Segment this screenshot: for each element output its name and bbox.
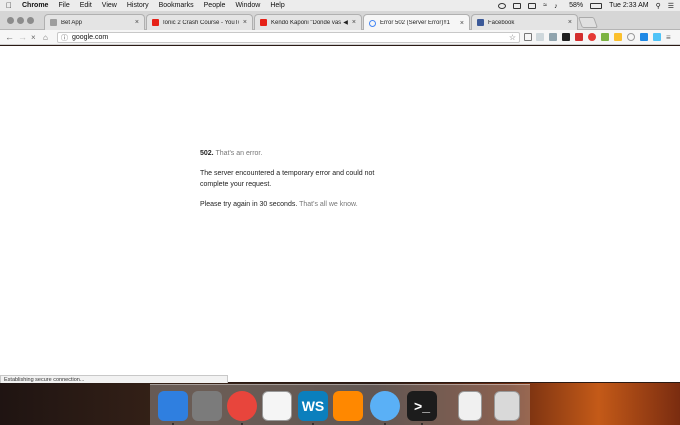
address-bar[interactable]: ⓘ google.com ☆ <box>57 32 520 43</box>
back-button[interactable]: ← <box>5 32 14 43</box>
extension-icon[interactable] <box>614 33 622 41</box>
tab-title: Kendo Kaponi "Donde vas c <box>271 19 342 26</box>
system-preferences-icon[interactable] <box>192 391 222 421</box>
new-tab-button[interactable] <box>577 17 599 28</box>
tab-bet-app[interactable]: Bet App × <box>44 14 145 30</box>
bookmark-star-icon[interactable]: ☆ <box>509 33 516 43</box>
page-content: 502. That's an error. The server encount… <box>0 46 680 382</box>
tab-strip: Bet App × Ionic 2 Crash Course - YouTub … <box>0 11 680 31</box>
tab-title: Error 502 (Server Error)!!1 <box>380 20 451 26</box>
finder-icon[interactable] <box>158 391 188 421</box>
chrome-menu-button[interactable]: ≡ <box>666 32 671 43</box>
extension-icon[interactable] <box>601 33 609 41</box>
close-icon[interactable]: × <box>352 19 356 26</box>
close-icon[interactable]: × <box>135 19 139 26</box>
menu-help[interactable]: Help <box>270 2 284 9</box>
page-icon <box>50 19 57 26</box>
extension-icon[interactable] <box>653 33 661 41</box>
loading-spinner-icon <box>369 19 376 27</box>
menu-edit[interactable]: Edit <box>80 2 92 9</box>
close-icon[interactable]: × <box>568 19 572 26</box>
menu-history[interactable]: History <box>127 2 149 9</box>
extension-icon[interactable] <box>562 33 570 41</box>
notification-center-icon[interactable]: ☰ <box>668 2 674 10</box>
chrome-icon[interactable] <box>227 391 257 421</box>
error-retry: Please try again in 30 seconds. That's a… <box>200 199 390 210</box>
extension-icon[interactable] <box>524 33 532 41</box>
tab-title: Ionic 2 Crash Course - YouTub <box>163 19 239 26</box>
document-icon[interactable] <box>458 391 482 421</box>
battery-percent: 58% <box>569 2 584 9</box>
close-icon[interactable]: × <box>460 20 464 27</box>
dock: WS >_ <box>150 384 530 425</box>
messages-icon[interactable] <box>370 391 400 421</box>
extension-icon[interactable] <box>575 33 583 41</box>
error-code-note: That's an error. <box>215 150 263 157</box>
browser-toolbar: ← → × ⌂ ⓘ google.com ☆ ≡ <box>0 30 680 45</box>
youtube-icon <box>152 19 159 26</box>
terminal-icon[interactable]: >_ <box>407 391 437 421</box>
extension-icon[interactable] <box>536 33 544 41</box>
facebook-icon <box>477 19 484 26</box>
webstorm-icon[interactable]: WS <box>298 391 328 421</box>
tab-title: Bet App <box>61 19 83 26</box>
skype-icon[interactable] <box>498 2 507 9</box>
menu-view[interactable]: View <box>102 2 117 9</box>
error-body: The server encountered a temporary error… <box>200 170 375 188</box>
error-code: 502. <box>200 150 214 157</box>
volume-icon[interactable]: ♪ <box>554 3 562 10</box>
extension-icon[interactable] <box>640 33 648 41</box>
audio-icon[interactable]: ◀ <box>343 19 348 26</box>
forward-button[interactable]: → <box>18 32 27 43</box>
display-icon[interactable] <box>528 2 537 9</box>
search-icon[interactable]: ⚲ <box>656 2 661 10</box>
vlc-icon[interactable] <box>333 391 363 421</box>
home-button[interactable]: ⌂ <box>43 32 48 43</box>
tab-title: Facebook <box>488 19 515 26</box>
tab-kendo-kaponi[interactable]: Kendo Kaponi "Donde vas c ◀ × <box>254 14 362 30</box>
error-heading: 502. That's an error. <box>200 148 390 159</box>
menu-app[interactable]: Chrome <box>22 2 48 9</box>
menu-bookmarks[interactable]: Bookmarks <box>159 2 194 9</box>
menu-bar:  Chrome File Edit View History Bookmark… <box>0 0 680 11</box>
dropbox-icon[interactable] <box>513 2 522 9</box>
retry-text: Please try again in 30 seconds. <box>200 201 298 208</box>
clock[interactable]: Tue 2:33 AM <box>609 2 648 9</box>
menu-file[interactable]: File <box>58 2 69 9</box>
trash-icon[interactable] <box>494 391 520 421</box>
extension-icon[interactable] <box>549 33 557 41</box>
extension-icon[interactable] <box>627 33 635 41</box>
menu-people[interactable]: People <box>204 2 226 9</box>
textedit-icon[interactable] <box>262 391 292 421</box>
error-message: 502. That's an error. The server encount… <box>200 148 390 219</box>
close-icon[interactable]: × <box>243 19 247 26</box>
wifi-icon[interactable]: ≈ <box>543 2 547 9</box>
battery-icon[interactable] <box>590 2 603 9</box>
close-window-button[interactable] <box>7 17 14 24</box>
zoom-window-button[interactable] <box>27 17 34 24</box>
minimize-window-button[interactable] <box>17 17 24 24</box>
url-text[interactable]: google.com <box>72 34 108 41</box>
site-info-icon[interactable]: ⓘ <box>61 33 68 43</box>
tab-ionic-crash-course[interactable]: Ionic 2 Crash Course - YouTub × <box>146 14 253 30</box>
tab-facebook[interactable]: Facebook × <box>471 14 578 30</box>
retry-note: That's all we know. <box>299 201 358 208</box>
tab-error-502[interactable]: Error 502 (Server Error)!!1 × <box>363 14 470 31</box>
apple-menu-icon[interactable]:  <box>6 1 12 10</box>
extension-icon[interactable] <box>588 33 596 41</box>
menu-window[interactable]: Window <box>235 2 260 9</box>
stop-button[interactable]: × <box>31 32 36 43</box>
youtube-icon <box>260 19 267 26</box>
